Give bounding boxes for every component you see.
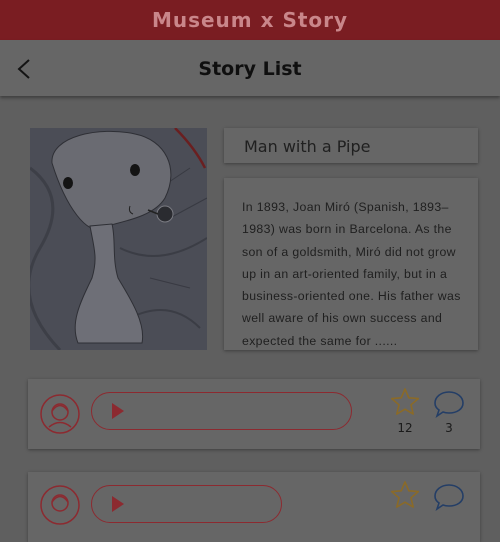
star-icon[interactable] [390,480,420,510]
user-avatar-icon[interactable] [40,485,80,525]
audio-player[interactable] [91,485,282,523]
story-title-card: Man with a Pipe [224,128,478,163]
audio-player[interactable] [91,392,352,430]
audio-comment-card: 12 3 [28,379,480,449]
user-avatar-icon[interactable] [40,394,80,434]
like-count: 12 [397,421,413,435]
story-description: In 1893, Joan Miró (Spanish, 1893–1983) … [242,200,461,348]
speech-bubble-icon[interactable] [433,482,465,512]
star-icon[interactable] [390,387,420,417]
app-title: Museum x Story [151,8,349,32]
story-description-card: In 1893, Joan Miró (Spanish, 1893–1983) … [224,178,478,350]
play-icon[interactable] [112,496,124,512]
story-title: Man with a Pipe [244,137,371,156]
page-title: Story List [198,58,302,80]
artwork-image[interactable] [30,128,207,350]
back-button[interactable] [10,54,40,84]
page-header: Story List [0,40,500,96]
audio-comment-card [28,472,480,542]
back-arrow-icon [17,59,30,79]
app-bar: Museum x Story [0,0,500,40]
speech-bubble-icon[interactable] [433,389,465,419]
comment-count: 3 [445,421,453,435]
play-icon[interactable] [112,403,124,419]
